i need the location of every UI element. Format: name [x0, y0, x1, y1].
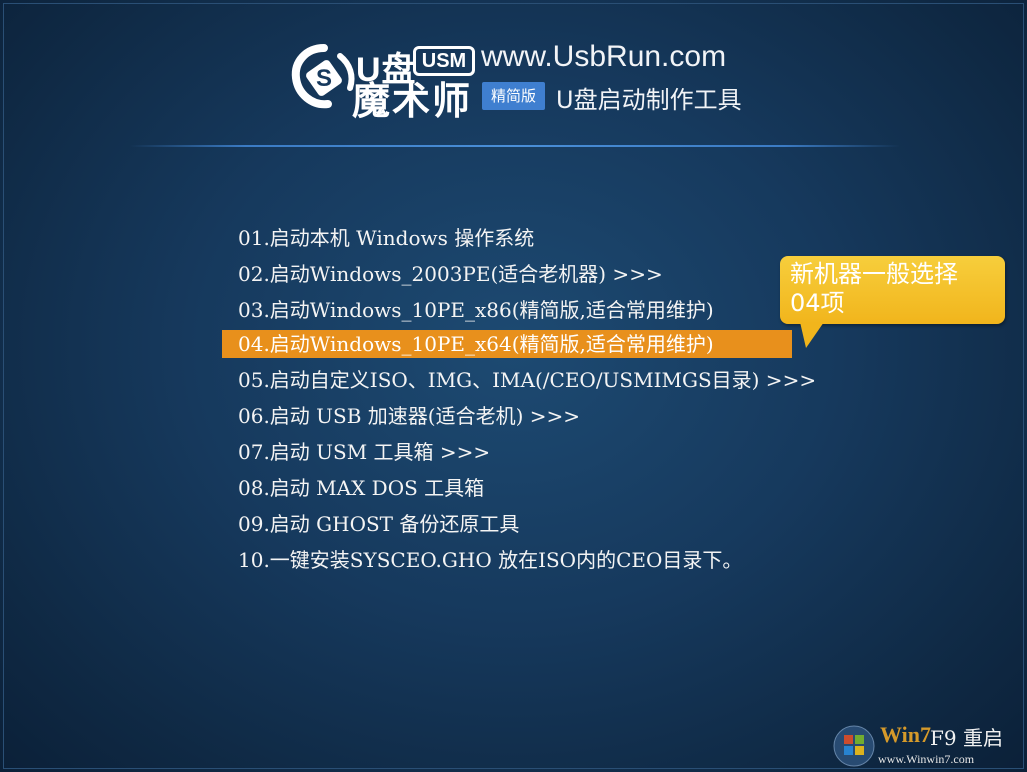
edition-badge: 精简版	[482, 82, 545, 110]
boot-menu: 01.启动本机 Windows 操作系统 02.启动Windows_2003PE…	[222, 220, 816, 578]
menu-item-06[interactable]: 06.启动 USB 加速器(适合老机) >>>	[222, 398, 797, 434]
callout-pointer	[800, 322, 824, 348]
watermark-text: Win7	[880, 722, 931, 747]
menu-item-03[interactable]: 03.启动Windows_10PE_x86(精简版,适合常用维护)	[222, 292, 797, 328]
menu-item-02[interactable]: 02.启动Windows_2003PE(适合老机器) >>>	[222, 256, 797, 292]
svg-text:S: S	[316, 65, 332, 92]
menu-item-01[interactable]: 01.启动本机 Windows 操作系统	[222, 220, 797, 256]
menu-item-09[interactable]: 09.启动 GHOST 备份还原工具	[222, 506, 797, 542]
menu-item-10[interactable]: 10.一键安装SYSCEO.GHO 放在ISO内的CEO目录下。	[222, 542, 797, 578]
reboot-hint[interactable]: F9 重启	[930, 722, 1003, 751]
watermark-url: www.Winwin7.com	[878, 752, 975, 766]
logo-name: 魔术师	[352, 79, 473, 123]
callout-text: 新机器一般选择 04项	[790, 260, 958, 317]
hint-callout: 新机器一般选择 04项	[780, 256, 1005, 324]
menu-item-04-selected[interactable]: 04.启动Windows_10PE_x64(精简版,适合常用维护)	[222, 330, 792, 358]
menu-item-08[interactable]: 08.启动 MAX DOS 工具箱	[222, 470, 797, 506]
app-subtitle: U盘启动制作工具	[556, 86, 742, 114]
menu-item-07[interactable]: 07.启动 USM 工具箱 >>>	[222, 434, 797, 470]
header-divider	[130, 145, 900, 147]
usm-logo-icon: S	[291, 44, 355, 109]
site-url: www.UsbRun.com	[481, 40, 727, 73]
menu-item-05[interactable]: 05.启动自定义ISO、IMG、IMA(/CEO/USMIMGS目录) >>>	[222, 362, 816, 398]
